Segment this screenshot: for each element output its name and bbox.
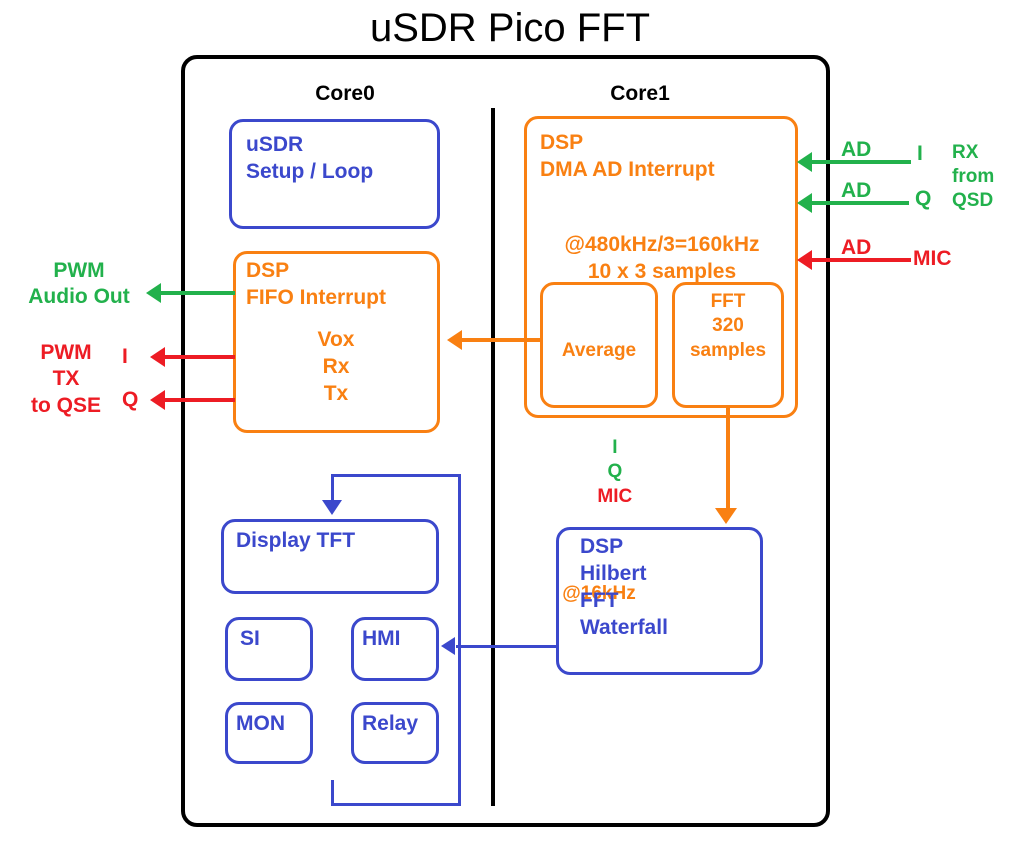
pwm-audio-out-label: PWM Audio Out <box>28 259 130 309</box>
feedback-bottom-riser <box>331 780 334 806</box>
average-to-fifo-line <box>462 338 540 342</box>
rx-q-label: Q <box>915 187 932 210</box>
rx-i-label: I <box>917 142 923 165</box>
ad-mic-line <box>812 258 911 262</box>
ad-q-arrowhead-icon <box>797 193 812 213</box>
fft-to-hilbert-arrowhead-icon <box>715 508 737 524</box>
tx-q-label: Q <box>122 388 139 411</box>
core-divider <box>491 108 495 806</box>
tx-i-arrowhead-icon <box>150 347 165 367</box>
audio-out-arrowhead-icon <box>146 283 161 303</box>
rx-from-qsd-label: RX from QSD <box>952 142 995 211</box>
dsp-fifo-interrupt-header: DSP FIFO Interrupt <box>246 259 386 309</box>
si-label: SI <box>240 627 260 650</box>
feedback-bottom-line <box>331 803 461 806</box>
dsp-dma-rate: @480kHz/3=160kHz 10 x 3 samples <box>564 233 760 283</box>
average-mic-label: MIC <box>597 485 633 507</box>
average-q-label: Q <box>607 461 623 483</box>
ad-mic-arrowhead-icon <box>797 250 812 270</box>
average-to-fifo-arrowhead-icon <box>447 330 462 350</box>
relay-label: Relay <box>362 712 419 735</box>
ad-i-arrowhead-icon <box>797 152 812 172</box>
average-i-label: I <box>612 436 618 458</box>
feedback-to-display-drop <box>331 474 334 502</box>
usdr-setup-loop-label: uSDR Setup / Loop <box>246 133 374 183</box>
audio-out-line <box>161 291 235 295</box>
core0-label: Core0 <box>315 82 375 105</box>
hilbert-to-hmi-line <box>456 645 557 648</box>
tx-i-line <box>165 355 235 359</box>
ad-i-line <box>812 160 911 164</box>
tx-q-arrowhead-icon <box>150 390 165 410</box>
tx-i-label: I <box>122 345 128 368</box>
fft-label: FFT 320 samples <box>689 291 767 361</box>
feedback-to-display-line <box>331 474 461 477</box>
hilbert-to-hmi-arrowhead-icon <box>441 637 455 655</box>
page-title: uSDR Pico FFT <box>369 6 651 50</box>
ad-q-line <box>812 201 909 205</box>
tx-q-line <box>165 398 235 402</box>
average-title: Average <box>561 339 637 361</box>
fft-to-hilbert-line <box>726 408 730 510</box>
dsp-dma-header: DSP DMA AD Interrupt <box>540 131 715 181</box>
hmi-feedback-vertical-line <box>458 474 461 806</box>
average-signals: I Q MIC <box>540 412 658 534</box>
dsp-hilbert-label: DSP Hilbert FFT Waterfall <box>580 535 668 639</box>
display-tft-label: Display TFT <box>236 529 356 552</box>
mon-label: MON <box>236 712 285 735</box>
hmi-label: HMI <box>362 627 401 650</box>
core1-label: Core1 <box>610 82 670 105</box>
diagram-canvas: uSDR Pico FFT Core0 Core1 uSDR Setup / L… <box>0 0 1020 848</box>
mic-label: MIC <box>913 247 952 270</box>
feedback-to-display-arrowhead-icon <box>322 500 342 515</box>
pwm-tx-to-qse-label: PWM TX to QSE <box>30 341 101 417</box>
si-box[interactable] <box>225 617 313 681</box>
dsp-fifo-interrupt-items: Vox Rx Tx <box>317 328 355 405</box>
